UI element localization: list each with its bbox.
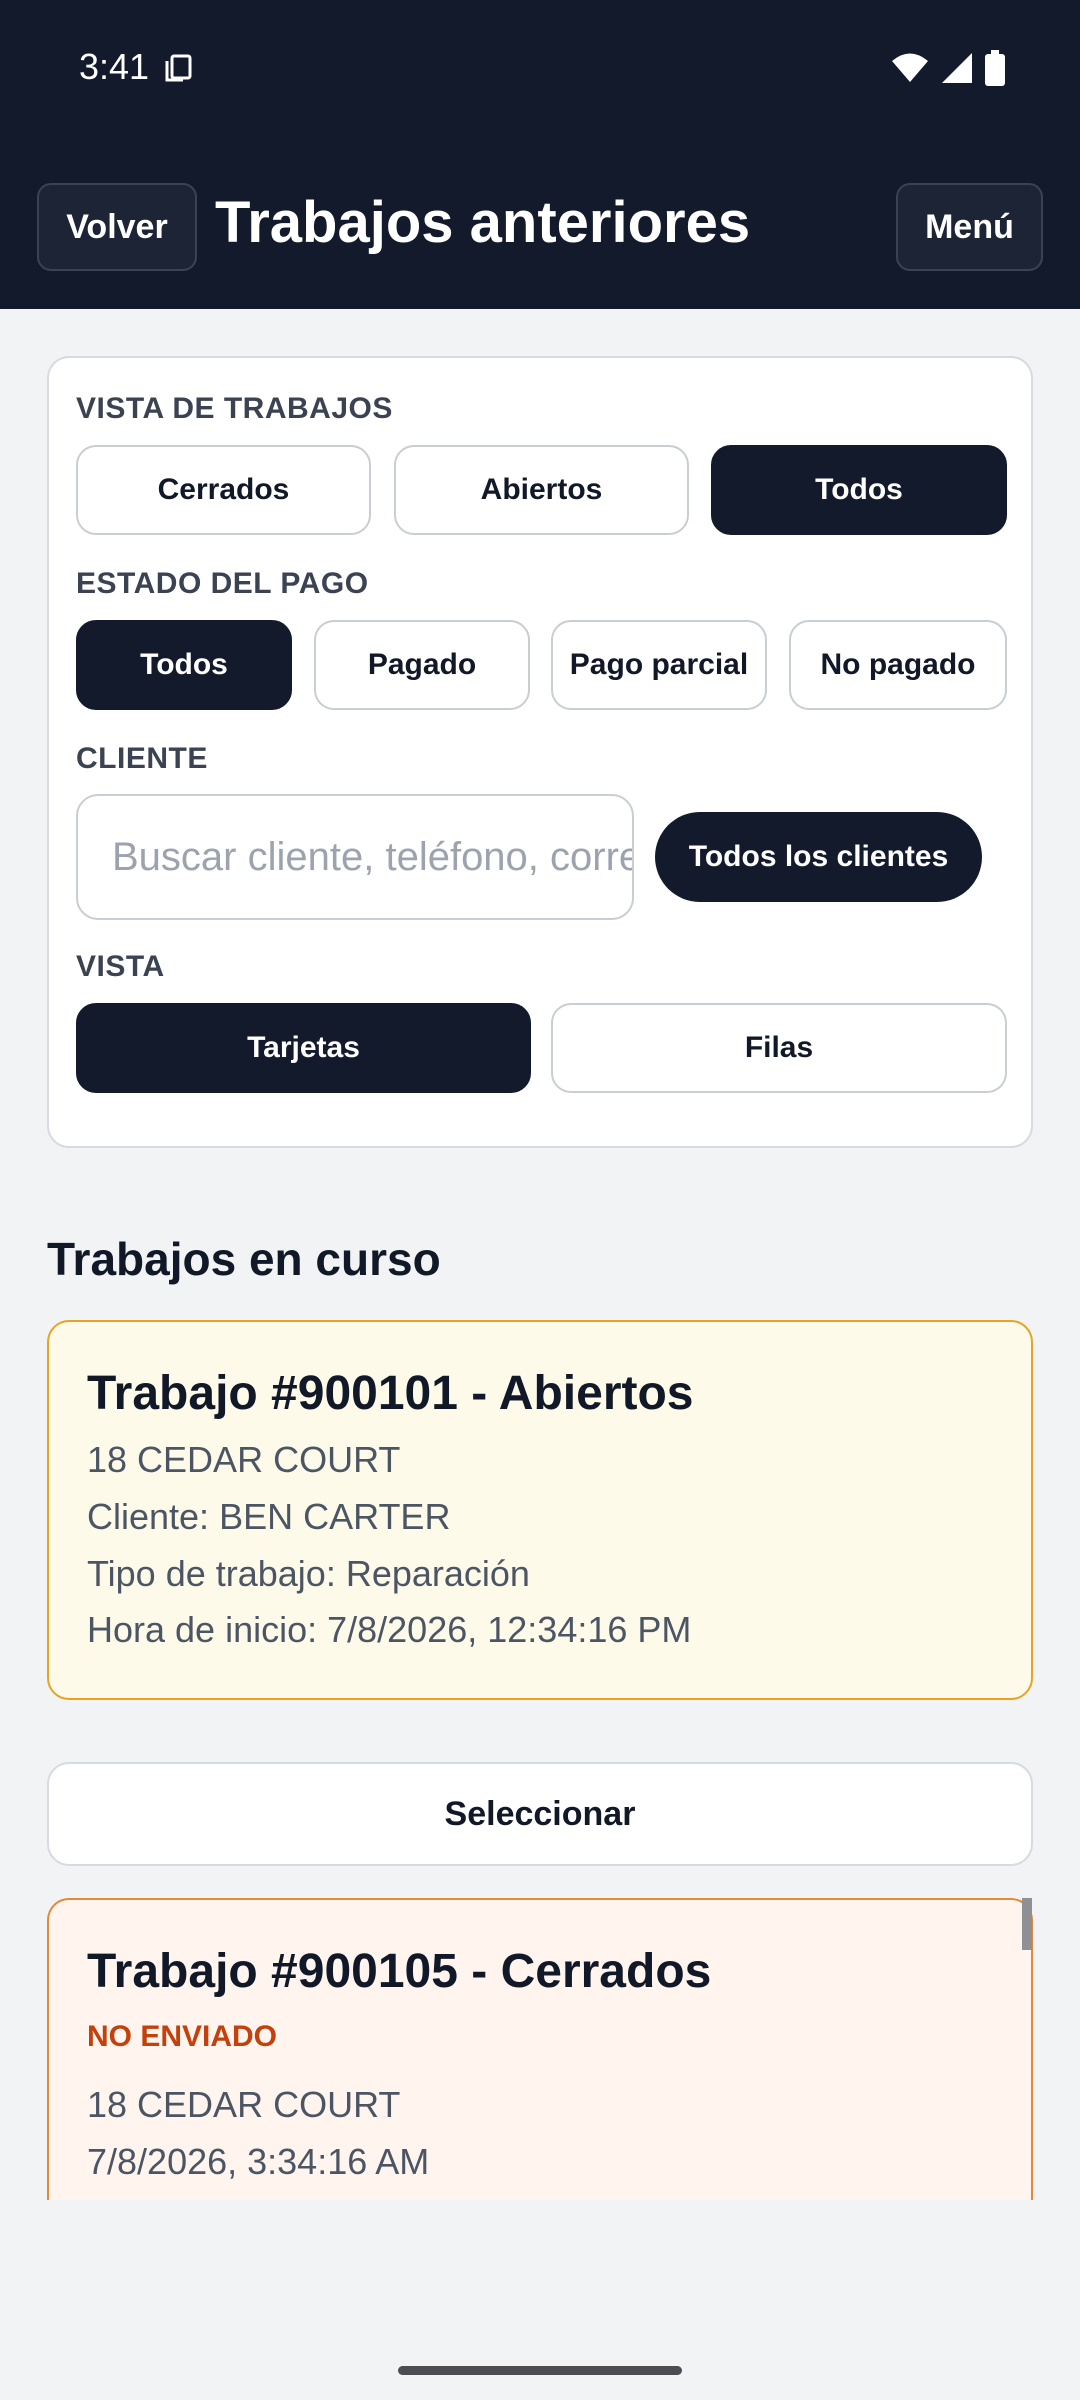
jobs-view-all[interactable]: Todos <box>711 445 1007 535</box>
not-sent-badge: NO ENVIADO <box>87 2020 278 2053</box>
home-indicator[interactable] <box>398 2366 682 2375</box>
battery-icon <box>985 50 1005 86</box>
jobs-view-open[interactable]: Abiertos <box>394 445 689 535</box>
jobs-view-closed[interactable]: Cerrados <box>76 445 371 535</box>
menu-button[interactable]: Menú <box>896 183 1043 271</box>
client-search-input[interactable]: Buscar cliente, teléfono, correo <box>76 794 634 920</box>
all-clients-button[interactable]: Todos los clientes <box>655 812 982 902</box>
jobs-view-label: VISTA DE TRABAJOS <box>76 392 393 425</box>
payment-paid[interactable]: Pagado <box>314 620 530 710</box>
select-button[interactable]: Seleccionar <box>47 1762 1033 1866</box>
job-card[interactable]: Trabajo #900105 - Cerrados NO ENVIADO 18… <box>47 1898 1033 2200</box>
page-title: Trabajos anteriores <box>215 190 751 255</box>
view-label: VISTA <box>76 950 165 983</box>
payment-partial[interactable]: Pago parcial <box>551 620 767 710</box>
job-date: 7/8/2026, 3:34:16 AM <box>87 2141 430 2182</box>
view-cards[interactable]: Tarjetas <box>76 1003 531 1093</box>
scrollbar[interactable] <box>1022 1898 1032 1950</box>
job-address: 18 CEDAR COURT <box>87 1439 401 1480</box>
screenshot-icon <box>165 54 192 82</box>
payment-status-label: ESTADO DEL PAGO <box>76 567 369 600</box>
wifi-icon <box>892 53 928 82</box>
view-rows[interactable]: Filas <box>551 1003 1007 1093</box>
job-start-time: Hora de inicio: 7/8/2026, 12:34:16 PM <box>87 1609 692 1650</box>
job-type: Tipo de trabajo: Reparación <box>87 1553 530 1594</box>
app-header: 3:41 Volver Trabajos anteriores Menú <box>0 0 1080 309</box>
back-button[interactable]: Volver <box>37 183 197 271</box>
payment-unpaid[interactable]: No pagado <box>789 620 1007 710</box>
in-progress-heading: Trabajos en curso <box>47 1233 441 1285</box>
filters-panel: VISTA DE TRABAJOS Cerrados Abiertos Todo… <box>47 356 1033 1148</box>
client-label: CLIENTE <box>76 742 208 775</box>
status-time: 3:41 <box>79 46 150 87</box>
job-address: 18 CEDAR COURT <box>87 2084 401 2125</box>
job-title: Trabajo #900105 - Cerrados <box>87 1945 712 1998</box>
signal-icon <box>942 53 972 83</box>
job-card[interactable]: Trabajo #900101 - Abiertos 18 CEDAR COUR… <box>47 1320 1033 1700</box>
status-icons <box>890 50 1006 86</box>
job-client: Cliente: BEN CARTER <box>87 1496 451 1537</box>
payment-all[interactable]: Todos <box>76 620 292 710</box>
job-title: Trabajo #900101 - Abiertos <box>87 1367 694 1420</box>
